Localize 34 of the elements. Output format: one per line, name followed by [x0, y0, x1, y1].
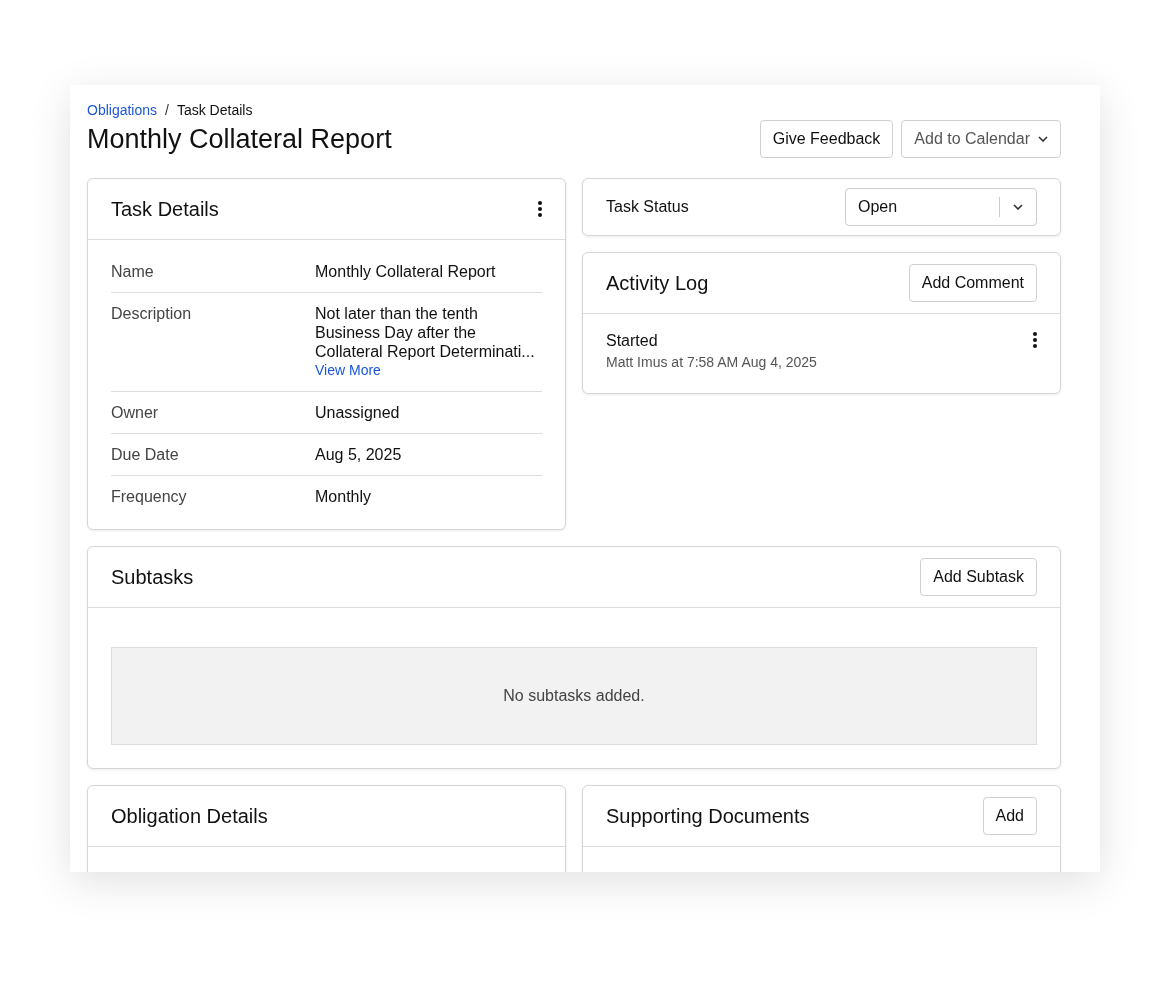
field-label: Owner — [111, 403, 160, 422]
field-label: Description — [111, 304, 193, 324]
field-label: Name — [111, 262, 155, 281]
field-label: Due Date — [111, 445, 180, 464]
status-select[interactable]: Open — [845, 188, 1037, 226]
chevron-down-icon — [1038, 136, 1048, 142]
view-more-link[interactable]: View More — [315, 361, 542, 380]
chevron-down-icon — [1013, 204, 1023, 210]
more-options-icon[interactable] — [1033, 332, 1037, 348]
card-title: Task Details — [111, 197, 219, 221]
breadcrumb-link[interactable]: Obligations — [87, 102, 158, 118]
activity-meta: Matt Imus at 7:58 AM Aug 4, 2025 — [606, 354, 817, 370]
breadcrumb-current: Task Details — [176, 102, 253, 118]
field-label: Task Status — [606, 198, 689, 216]
card-title: Subtasks — [111, 565, 194, 589]
field-value: Aug 5, 2025 — [315, 445, 403, 464]
feedback-button[interactable]: Give Feedback — [759, 120, 894, 158]
add-comment-button[interactable]: Add Comment — [908, 264, 1037, 302]
field-value: Not later than the tenth Business Day after the Collateral Report Determinati... — [315, 304, 536, 361]
card-title: Obligation Details — [111, 804, 268, 828]
add-subtask-button[interactable]: Add Subtask — [920, 558, 1037, 596]
field-value: Monthly Collateral Report — [315, 262, 497, 281]
more-options-icon[interactable] — [538, 201, 542, 217]
field-value: Unassigned — [315, 403, 401, 422]
page-title: Monthly Collateral Report — [87, 123, 392, 155]
card-title: Activity Log — [606, 271, 709, 295]
activity-title: Started — [606, 332, 659, 350]
empty-state-panel: No subtasks added. — [111, 647, 1037, 745]
field-value: Monthly — [315, 487, 373, 506]
card-title: Supporting Documents — [606, 804, 810, 828]
breadcrumb-separator: / — [165, 102, 169, 118]
add-button[interactable]: Add — [982, 797, 1037, 835]
field-label: Frequency — [111, 487, 188, 506]
add-to-calendar-dropdown[interactable]: Add to Calendar — [901, 120, 1061, 158]
